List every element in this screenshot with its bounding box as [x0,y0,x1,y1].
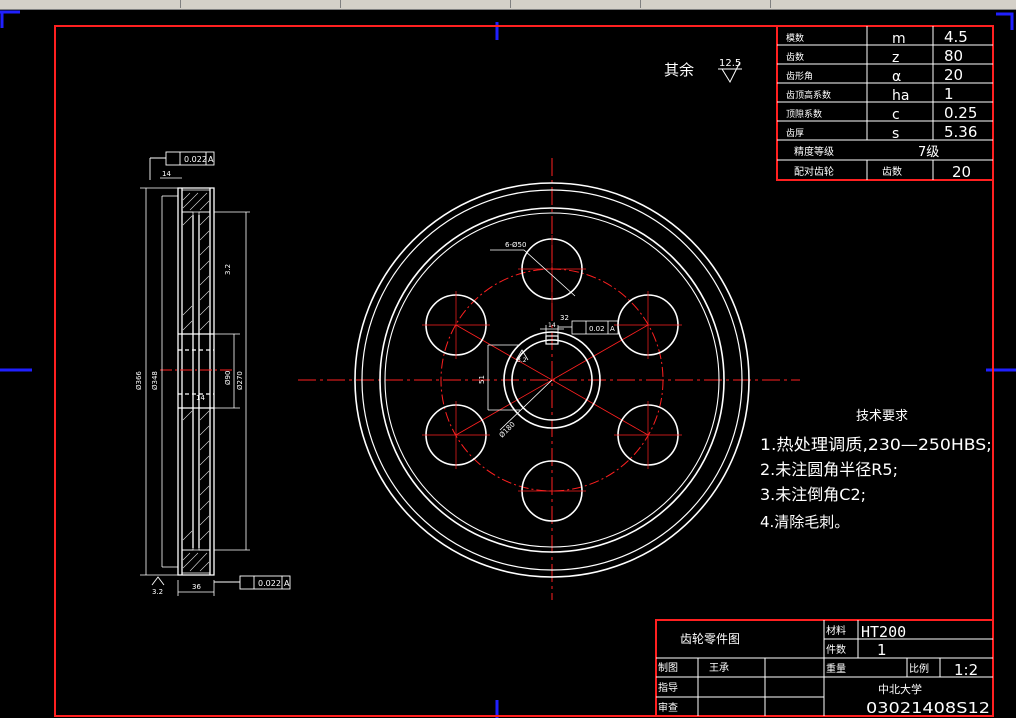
count-value: 1 [877,641,887,659]
school-name: 中北大学 [878,682,922,696]
cad-drawing-canvas[interactable]: 0.022 A 0.022 A 14 14 36 3.2 Ø366 Ø348 Ø… [0,10,1016,718]
front-dim-small: 14 [548,322,556,329]
toolbar-segment[interactable] [340,0,511,8]
surface-finish-label: 其余 [664,61,694,79]
weight-label: 重量 [826,662,846,675]
guide-label: 指导 [658,681,678,694]
drawing-name: 齿轮零件图 [680,632,740,646]
gear-param-name: 齿顶高系数 [786,89,831,101]
toolbar-strip [0,0,1016,10]
gear-param-symbol: m [892,31,906,47]
tech-requirement-1: 1.热处理调质,230—250HBS; [760,435,992,454]
side-datum-bottom: A [284,579,290,588]
toolbar-segment[interactable] [180,0,341,8]
gear-param-name: 顶隙系数 [786,108,822,120]
side-dia-hub: Ø90 [224,371,232,385]
drawn-by: 王承 [709,662,729,674]
mating-sub: 齿数 [882,165,902,178]
gear-param-value: 0.25 [944,104,977,122]
front-holes-label: 6-Ø50 [505,241,526,249]
toolbar-segment[interactable] [640,0,771,8]
gear-param-symbol: z [892,50,899,66]
side-dia-outer: Ø366 [135,371,143,390]
side-dim-14-mid: 14 [196,394,205,402]
front-dim-hub-label: 3.2 [517,357,527,364]
tech-requirement-3: 3.未注倒角C2; [760,485,866,504]
tech-requirement-2: 2.未注圆角半径R5; [760,460,898,479]
viewport-corner-markers [0,10,1016,718]
front-keyway-tol: 0.02 [589,325,605,333]
review-label: 审查 [658,701,678,714]
side-dim-14-top: 14 [162,170,171,178]
side-runout-bottom: 0.022 [258,579,281,588]
side-datum-top: A [208,155,214,164]
gear-param-value: 1 [944,85,954,103]
drawn-label: 制图 [658,661,678,674]
gear-param-symbol: ha [892,88,909,104]
side-dia-rim: Ø270 [236,371,244,390]
side-dim-36: 36 [192,583,201,591]
precision-label: 精度等级 [794,145,834,158]
gear-param-name: 模数 [786,32,804,44]
gear-param-value: 80 [944,47,963,65]
mating-value: 20 [952,163,971,181]
gear-param-symbol: α [892,69,901,85]
gear-param-symbol: s [892,126,899,142]
toolbar-segment[interactable] [0,0,181,8]
gear-param-name: 齿数 [786,51,804,63]
surface-finish-value: 12.5 [719,58,741,69]
scale-value: 1:2 [954,661,978,679]
material-value: HT200 [861,623,906,641]
front-keyway-datum: A [610,325,615,333]
scale-label: 比例 [909,662,929,675]
side-view [140,151,291,596]
gear-param-symbol: c [892,107,900,123]
side-dia-root: Ø348 [151,371,159,390]
gear-param-value: 4.5 [944,28,968,46]
side-roughness-side: 3.2 [224,264,232,275]
gear-param-name: 齿厚 [786,128,804,139]
gear-param-name: 齿形角 [786,70,813,82]
tech-requirement-4: 4.清除毛刺。 [760,513,849,531]
tech-requirements-title: 技术要求 [856,409,908,424]
material-label: 材料 [826,624,846,637]
gear-param-value: 5.36 [944,123,977,141]
front-view [298,158,800,600]
side-runout-top: 0.022 [184,155,207,164]
front-key-width: 32 [560,314,569,322]
front-dim-51: 51 [478,375,486,384]
count-label: 件数 [826,643,846,656]
precision-value: 7级 [918,145,939,160]
mating-label: 配对齿轮 [794,165,834,178]
front-dim-circle: Ø180 [498,420,517,439]
gear-param-value: 20 [944,66,963,84]
toolbar-segment[interactable] [510,0,641,8]
drawing-border [54,25,994,717]
side-roughness-left: 3.2 [152,588,163,596]
drawing-code: 03021408S12 [866,699,990,717]
